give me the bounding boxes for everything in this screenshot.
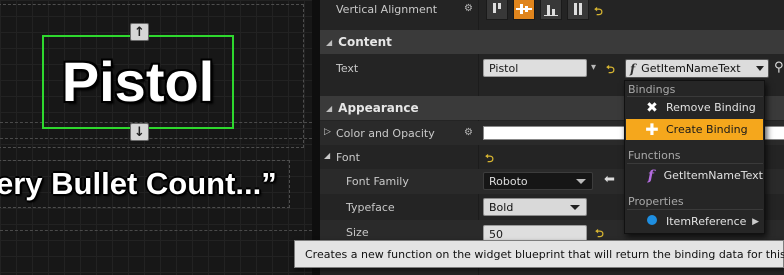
resize-handle-top[interactable]: ↑: [130, 23, 149, 41]
selected-textblock-item-name[interactable]: Pistol: [42, 35, 234, 129]
menu-section-bindings: Bindings: [628, 83, 676, 96]
designer-canvas[interactable]: Pistol ↑ ↓ ery Bullet Count...”: [0, 0, 312, 275]
align-center-button[interactable]: [513, 0, 535, 20]
function-item-getitemnametext[interactable]: f GetItemNameText: [626, 165, 763, 186]
menu-divider: [627, 209, 763, 210]
color-opacity-label: Color and Opacity: [336, 127, 435, 140]
collapse-arrow-icon: ◢: [326, 103, 333, 113]
binding-dropdown-button[interactable]: f GetItemNameText: [625, 59, 769, 78]
align-center-icon: [516, 4, 532, 14]
menu-section-functions: Functions: [628, 149, 681, 162]
arrow-up-icon: ↑: [134, 24, 145, 40]
text-value: Pistol: [489, 61, 519, 75]
vertical-alignment-label: Vertical Alignment: [336, 3, 438, 16]
create-binding-label: Create Binding: [666, 123, 748, 136]
chevron-down-icon: [570, 205, 580, 210]
tooltip-text: Creates a new function on the widget blu…: [305, 247, 784, 261]
chevron-down-icon: [576, 179, 586, 184]
remove-binding-label: Remove Binding: [666, 101, 756, 114]
plus-icon: ✚: [645, 120, 659, 139]
font-family-label: Font Family: [346, 175, 409, 188]
create-binding-item[interactable]: ✚ Create Binding: [626, 119, 763, 140]
font-family-combo[interactable]: Roboto: [483, 172, 593, 190]
guide-line: [0, 230, 312, 231]
search-icon[interactable]: ⚲: [774, 60, 784, 75]
category-content[interactable]: ◢ Content: [320, 30, 784, 54]
property-item-itemreference[interactable]: ItemReference ▶: [626, 211, 763, 232]
expand-arrow-icon[interactable]: ▷: [324, 127, 331, 137]
size-label: Size: [346, 226, 369, 239]
text-label: Text: [336, 62, 359, 75]
function-icon: f: [630, 61, 636, 76]
font-family-value: Roboto: [489, 174, 528, 188]
use-selected-arrow-icon[interactable]: ⬅: [604, 172, 615, 187]
binding-menu: Bindings ✖ Remove Binding ✚ Create Bindi…: [624, 80, 765, 234]
guide-line: [0, 138, 312, 139]
menu-divider: [627, 163, 763, 164]
submenu-arrow-icon: ▶: [752, 216, 759, 227]
typeface-label: Typeface: [346, 201, 395, 214]
property-item-label: ItemReference: [666, 215, 747, 228]
resize-handle-bottom[interactable]: ↓: [130, 123, 149, 141]
font-label: Font: [336, 151, 360, 164]
binding-function-name: GetItemNameText: [641, 62, 741, 75]
close-icon: ✖: [646, 99, 658, 116]
collapse-arrow-icon[interactable]: ◢: [324, 151, 330, 160]
text-value-field[interactable]: Pistol: [483, 59, 587, 77]
link-icon[interactable]: ⚙: [464, 3, 473, 14]
remove-binding-item[interactable]: ✖ Remove Binding: [626, 97, 763, 118]
tooltip: Creates a new function on the widget blu…: [294, 240, 784, 268]
reset-to-default-icon[interactable]: ⮌: [594, 3, 603, 22]
chevron-down-icon: [756, 66, 764, 71]
align-top-button[interactable]: [486, 0, 508, 20]
function-item-label: GetItemNameText: [663, 169, 763, 182]
align-top-icon: [493, 3, 501, 13]
align-fill-button[interactable]: [567, 0, 589, 20]
align-fill-icon: [574, 3, 582, 15]
appearance-category-label: Appearance: [338, 101, 419, 115]
align-bottom-icon: [544, 5, 558, 16]
reset-to-default-icon[interactable]: ⮌: [606, 61, 615, 80]
bullet-count-text: ery Bullet Count...”: [0, 166, 277, 201]
menu-section-properties: Properties: [628, 195, 684, 208]
collapse-arrow-icon: ◢: [326, 37, 333, 47]
typeface-combo[interactable]: Bold: [483, 198, 587, 216]
reset-to-default-icon[interactable]: ⮌: [485, 150, 494, 169]
link-icon[interactable]: ⚙: [464, 127, 473, 138]
align-bottom-button[interactable]: [540, 0, 562, 20]
panel-splitter[interactable]: [312, 0, 320, 275]
umg-editor: Pistol ↑ ↓ ery Bullet Count...” Vertical…: [0, 0, 784, 275]
size-value: 50: [489, 227, 503, 241]
function-icon: f: [647, 167, 654, 184]
row-vertical-alignment: Vertical Alignment ⚙ ⮌: [320, 0, 784, 24]
typeface-value: Bold: [489, 200, 514, 214]
dropdown-arrow-icon[interactable]: ▾: [591, 62, 596, 73]
object-pin-icon: [644, 215, 660, 228]
arrow-down-icon: ↓: [134, 124, 145, 140]
item-name-text: Pistol: [61, 50, 215, 113]
content-category-label: Content: [338, 35, 392, 49]
